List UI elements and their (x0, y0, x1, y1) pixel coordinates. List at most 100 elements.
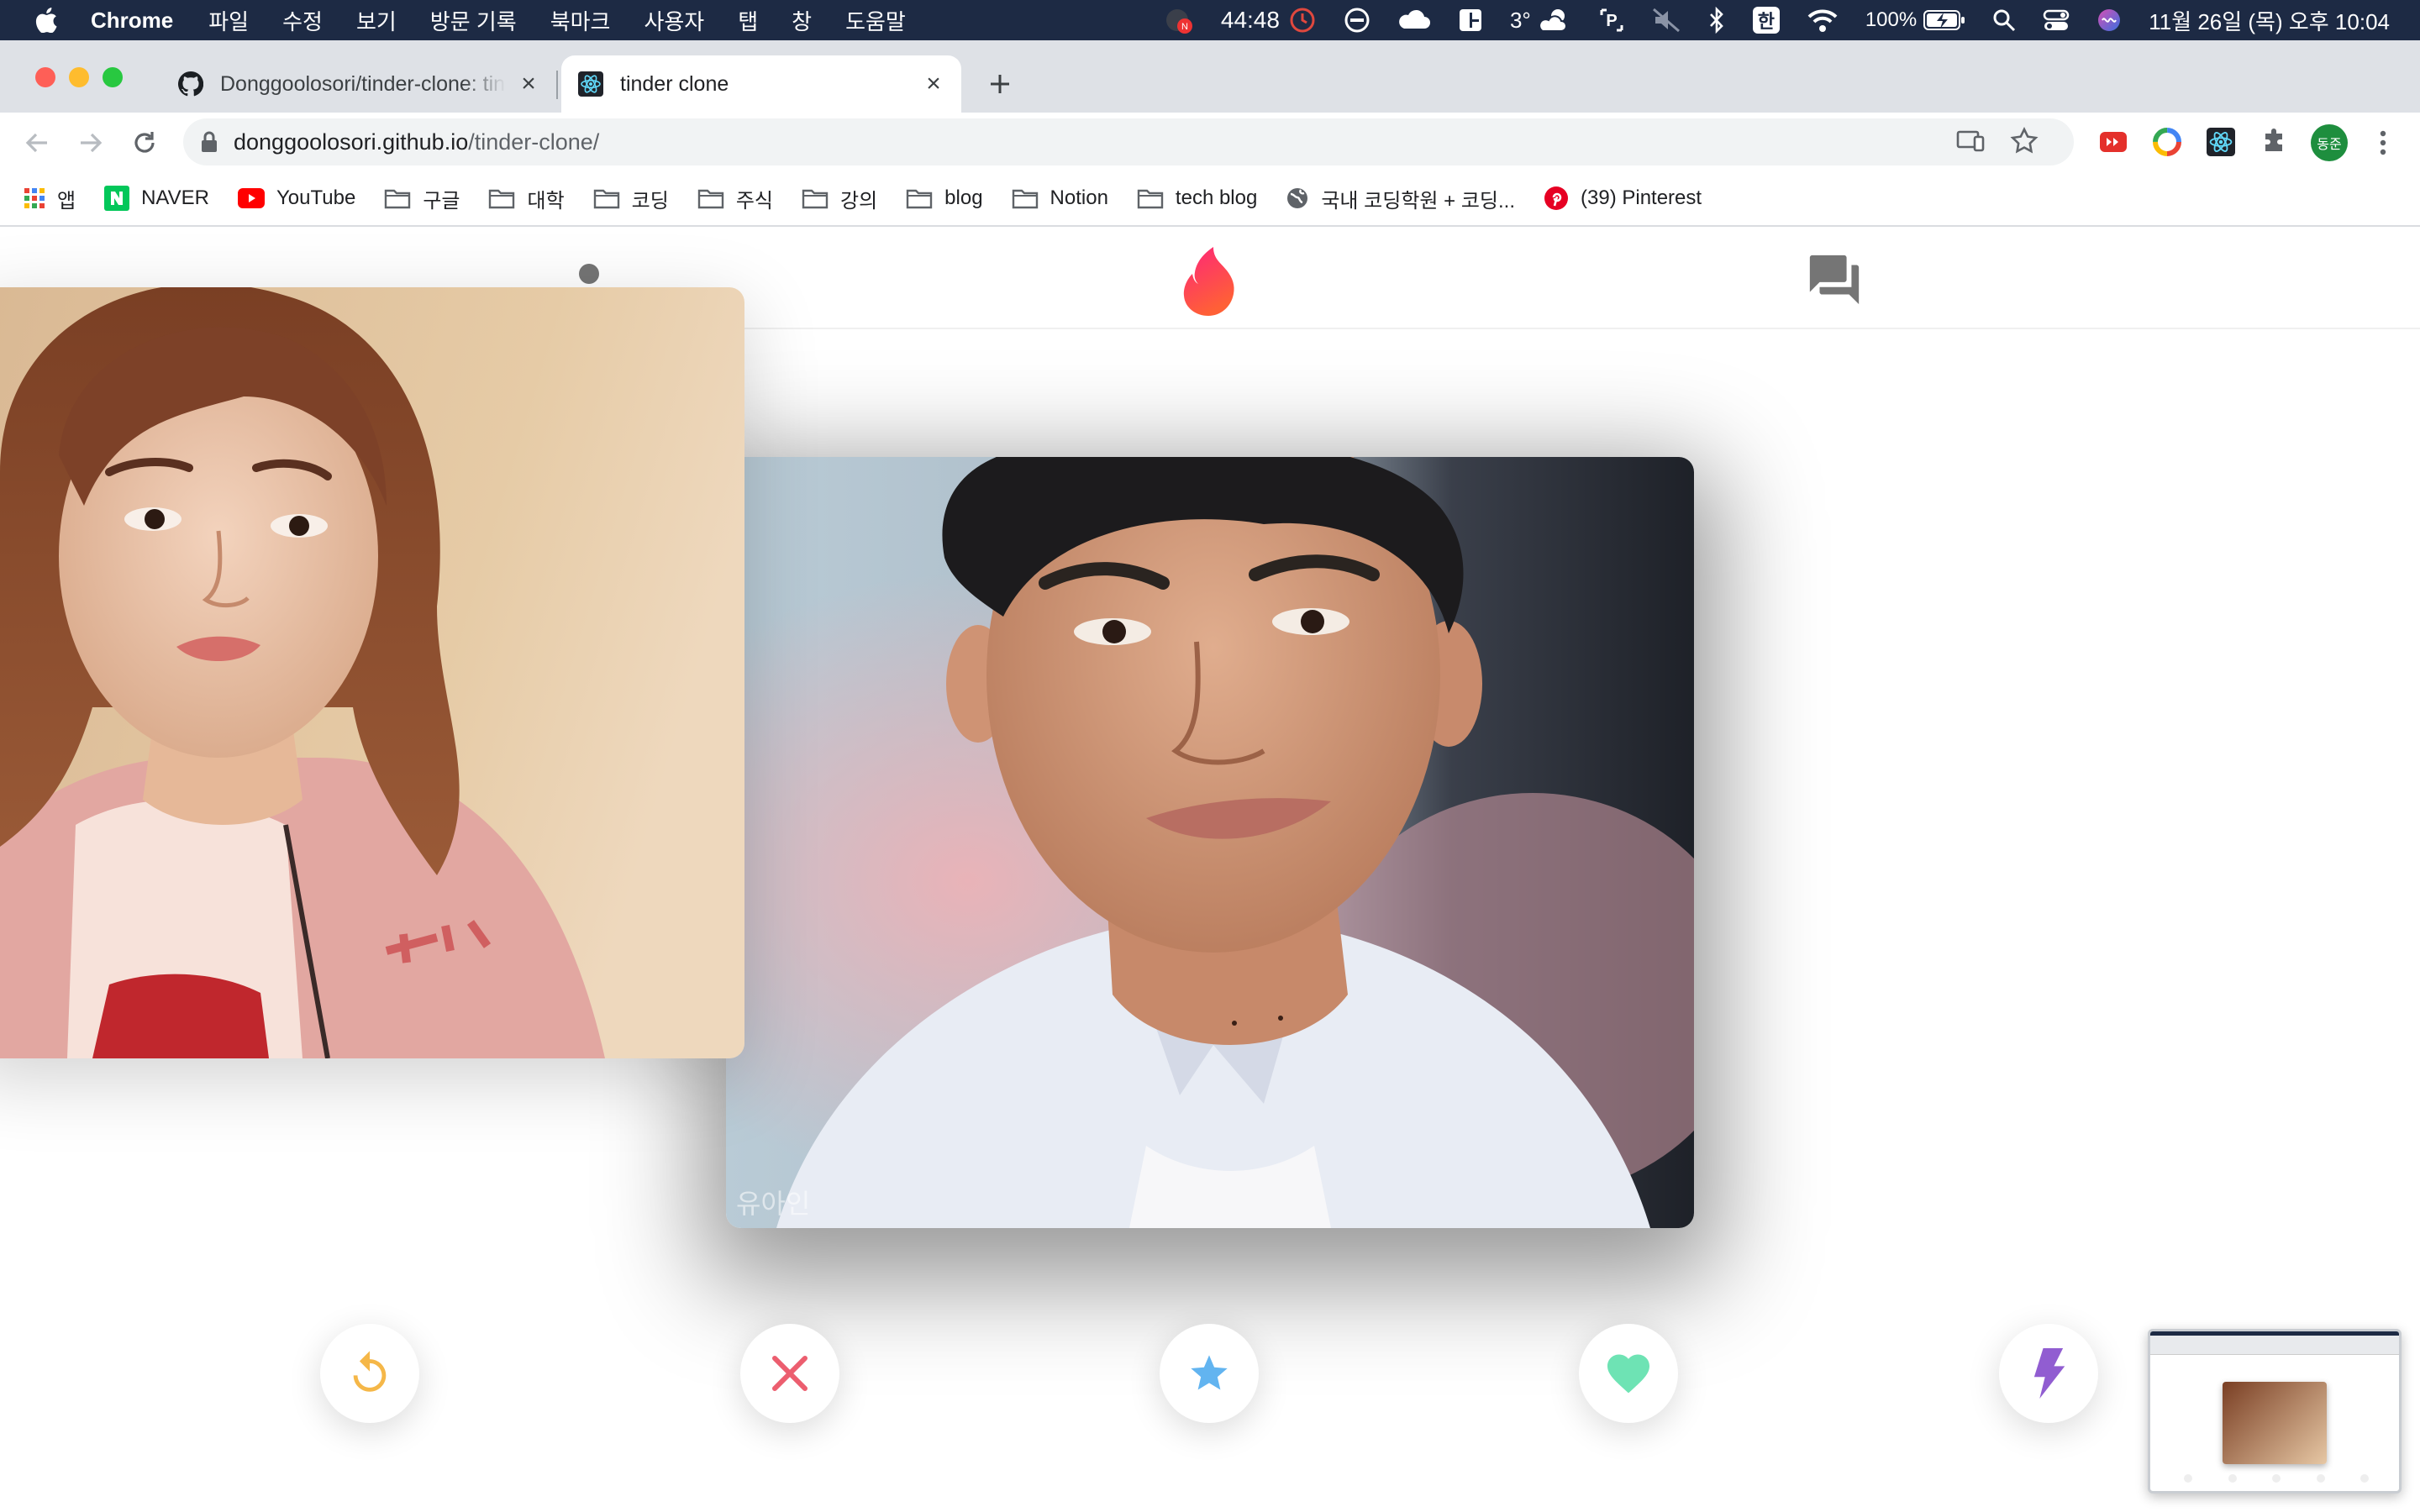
react-icon (578, 71, 603, 97)
folder-icon (697, 187, 724, 209)
reload-button[interactable] (129, 128, 160, 162)
bookmark-coding-academy[interactable]: 국내 코딩학원 + 코딩... (1286, 184, 1515, 213)
youtube-icon (238, 188, 265, 208)
bookmark-label: 앱 (57, 189, 76, 213)
bookmark-naver[interactable]: NAVER (104, 186, 209, 211)
macos-menu-bar: Chrome 파일 수정 보기 방문 기록 북마크 사용자 탭 창 도움말 N … (0, 0, 2420, 40)
bookmark-label: NAVER (141, 186, 209, 209)
tab-divider (556, 71, 558, 99)
bookmark-folder-coding[interactable]: 코딩 (593, 184, 669, 213)
extensions-puzzle-icon[interactable] (2260, 128, 2289, 160)
apple-menu-icon[interactable] (34, 7, 59, 34)
lock-icon[interactable] (200, 131, 218, 153)
menu-tab[interactable]: 탭 (738, 5, 758, 36)
arrow-right-icon (81, 133, 103, 153)
notification-app-icon[interactable]: N (1164, 5, 1194, 35)
new-tab-button[interactable] (983, 67, 1017, 101)
bluetooth-icon[interactable] (1707, 7, 1726, 34)
bookmark-label: 코딩 (631, 189, 669, 213)
boost-button[interactable] (1999, 1324, 2098, 1423)
bookmark-label: (39) Pinterest (1581, 186, 1702, 209)
chat-forum-icon[interactable] (1805, 250, 1864, 313)
folder-icon (384, 187, 411, 209)
input-method-badge[interactable]: 한 (1752, 7, 1780, 34)
menu-file[interactable]: 파일 (208, 5, 249, 36)
bookmark-youtube[interactable]: YouTube (238, 186, 355, 210)
extension-react-devtools-icon[interactable] (2207, 128, 2235, 160)
bookmark-label: 구글 (423, 189, 460, 213)
bookmark-folder-google[interactable]: 구글 (384, 184, 460, 213)
folder-icon (593, 187, 620, 209)
url-path: /tinder-clone/ (468, 129, 600, 155)
bookmark-folder-lectures[interactable]: 강의 (802, 184, 877, 213)
address-bar[interactable]: donggoolosori.github.io/tinder-clone/ (183, 118, 2074, 165)
bookmark-folder-stocks[interactable]: 주식 (697, 184, 773, 213)
extension-youtube-icon[interactable] (2099, 130, 2128, 158)
nope-button[interactable] (740, 1324, 839, 1423)
menu-bookmarks[interactable]: 북마크 (550, 5, 611, 36)
menu-profiles[interactable]: 사용자 (644, 5, 704, 36)
chrome-menu-icon[interactable] (2378, 128, 2388, 162)
super-like-button[interactable] (1160, 1324, 1259, 1423)
timer-icon[interactable] (1288, 6, 1317, 34)
cloud-app-icon[interactable] (1397, 7, 1431, 34)
tinder-flame-logo-icon[interactable] (1176, 244, 1242, 325)
parking-app-icon[interactable]: P (1598, 7, 1625, 34)
window-close-button[interactable] (35, 67, 55, 87)
bookmark-folder-tech-blog[interactable]: tech blog (1137, 186, 1257, 210)
bookmark-label: tech blog (1175, 186, 1258, 209)
screenshot-thumbnail[interactable] (2148, 1329, 2402, 1494)
arrow-left-icon (25, 133, 47, 153)
man-portrait (726, 457, 1694, 1228)
tab-github[interactable]: Donggoolosori/tinder-clone: tinder × (161, 55, 556, 113)
tab-close-icon[interactable]: × (923, 71, 944, 97)
mute-icon[interactable] (1652, 8, 1681, 33)
woman-portrait (0, 287, 744, 1058)
tab-close-icon[interactable]: × (518, 71, 539, 97)
cast-icon[interactable] (1956, 129, 1985, 160)
profile-card[interactable]: 유아인 (726, 457, 1694, 1228)
tab-title: tinder clone (620, 71, 729, 96)
spotlight-search-icon[interactable] (1992, 8, 2016, 32)
bookmark-pinterest[interactable]: (39) Pinterest (1544, 186, 1702, 211)
tinder-clone-page: 유아인 (0, 227, 2420, 1512)
replay-button[interactable] (320, 1324, 419, 1423)
do-not-disturb-icon[interactable] (1344, 7, 1370, 34)
svg-text:N: N (1181, 22, 1188, 32)
profile-avatar[interactable]: 동준 (2311, 124, 2348, 161)
thumbnail-buttons (2184, 1474, 2369, 1483)
weather-temperature: 3° (1509, 7, 1531, 33)
window-layout-icon[interactable] (1458, 8, 1483, 33)
bookmarks-bar: 앱 NAVER YouTube 구글 대학 코딩 주식 강의 blog Noti… (0, 171, 2420, 227)
tab-tinder-clone[interactable]: tinder clone × (561, 55, 961, 113)
bookmark-label: 주식 (735, 189, 773, 213)
thumbnail-card (2223, 1382, 2327, 1464)
bookmark-star-icon[interactable] (2010, 127, 2039, 161)
bookmark-apps[interactable]: 앱 (24, 184, 76, 213)
back-button[interactable] (22, 128, 52, 162)
menu-edit[interactable]: 수정 (282, 5, 323, 36)
like-button[interactable] (1579, 1324, 1678, 1423)
weather-cloud-moon-icon[interactable] (1538, 6, 1571, 34)
tab-title: Donggoolosori/tinder-clone: tinder (220, 71, 506, 96)
bookmark-folder-university[interactable]: 대학 (488, 184, 565, 213)
forward-button[interactable] (76, 128, 106, 162)
menu-history[interactable]: 방문 기록 (430, 5, 517, 36)
bookmark-label: 국내 코딩학원 + 코딩... (1321, 189, 1515, 213)
timer-readout: 44:48 (1220, 7, 1280, 33)
profile-card[interactable] (0, 287, 744, 1058)
window-zoom-button[interactable] (103, 67, 123, 87)
siri-icon[interactable] (2096, 8, 2122, 33)
bookmark-folder-blog[interactable]: blog (906, 186, 983, 210)
bookmark-folder-notion[interactable]: Notion (1012, 186, 1108, 210)
menu-help[interactable]: 도움말 (845, 5, 906, 36)
menu-view[interactable]: 보기 (356, 5, 397, 36)
menubar-clock[interactable]: 11월 26일 (목) 오후 10:04 (2149, 5, 2390, 36)
control-center-icon[interactable] (2043, 8, 2070, 33)
menu-window[interactable]: 창 (792, 5, 812, 36)
wifi-icon[interactable] (1807, 8, 1839, 33)
extension-color-picker-icon[interactable] (2153, 128, 2181, 160)
window-minimize-button[interactable] (69, 67, 89, 87)
menubar-app-name[interactable]: Chrome (91, 8, 173, 34)
battery-charging-icon[interactable] (1923, 9, 1965, 31)
